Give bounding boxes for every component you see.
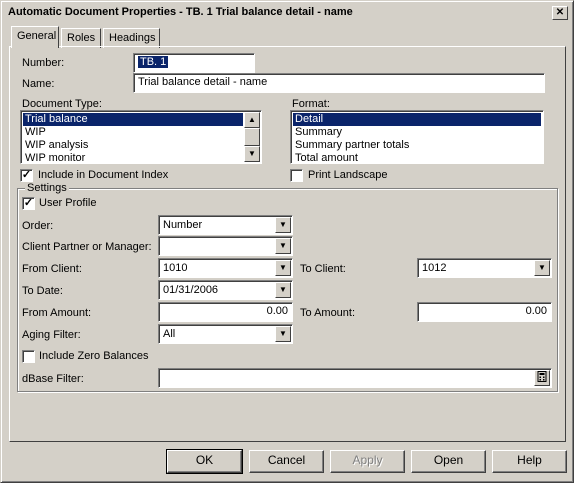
general-tab-panel [9, 46, 566, 442]
apply-button[interactable]: Apply [330, 450, 405, 473]
title-bar[interactable]: Automatic Document Properties - TB. 1 Tr… [4, 4, 570, 22]
tab-roles-label: Roles [67, 32, 96, 44]
close-button[interactable]: ✕ [552, 6, 568, 20]
tab-roles[interactable]: Roles [61, 28, 101, 48]
window-title: Automatic Document Properties - TB. 1 Tr… [8, 6, 353, 18]
tab-headings-label: Headings [109, 32, 156, 44]
tab-general-label: General [17, 30, 57, 42]
cancel-button[interactable]: Cancel [249, 450, 324, 473]
tab-headings[interactable]: Headings [103, 28, 160, 48]
open-button[interactable]: Open [411, 450, 486, 473]
properties-dialog: Automatic Document Properties - TB. 1 Tr… [0, 0, 574, 483]
help-button[interactable]: Help [492, 450, 567, 473]
tab-general[interactable]: General [11, 26, 59, 48]
ok-button[interactable]: OK [166, 449, 243, 474]
